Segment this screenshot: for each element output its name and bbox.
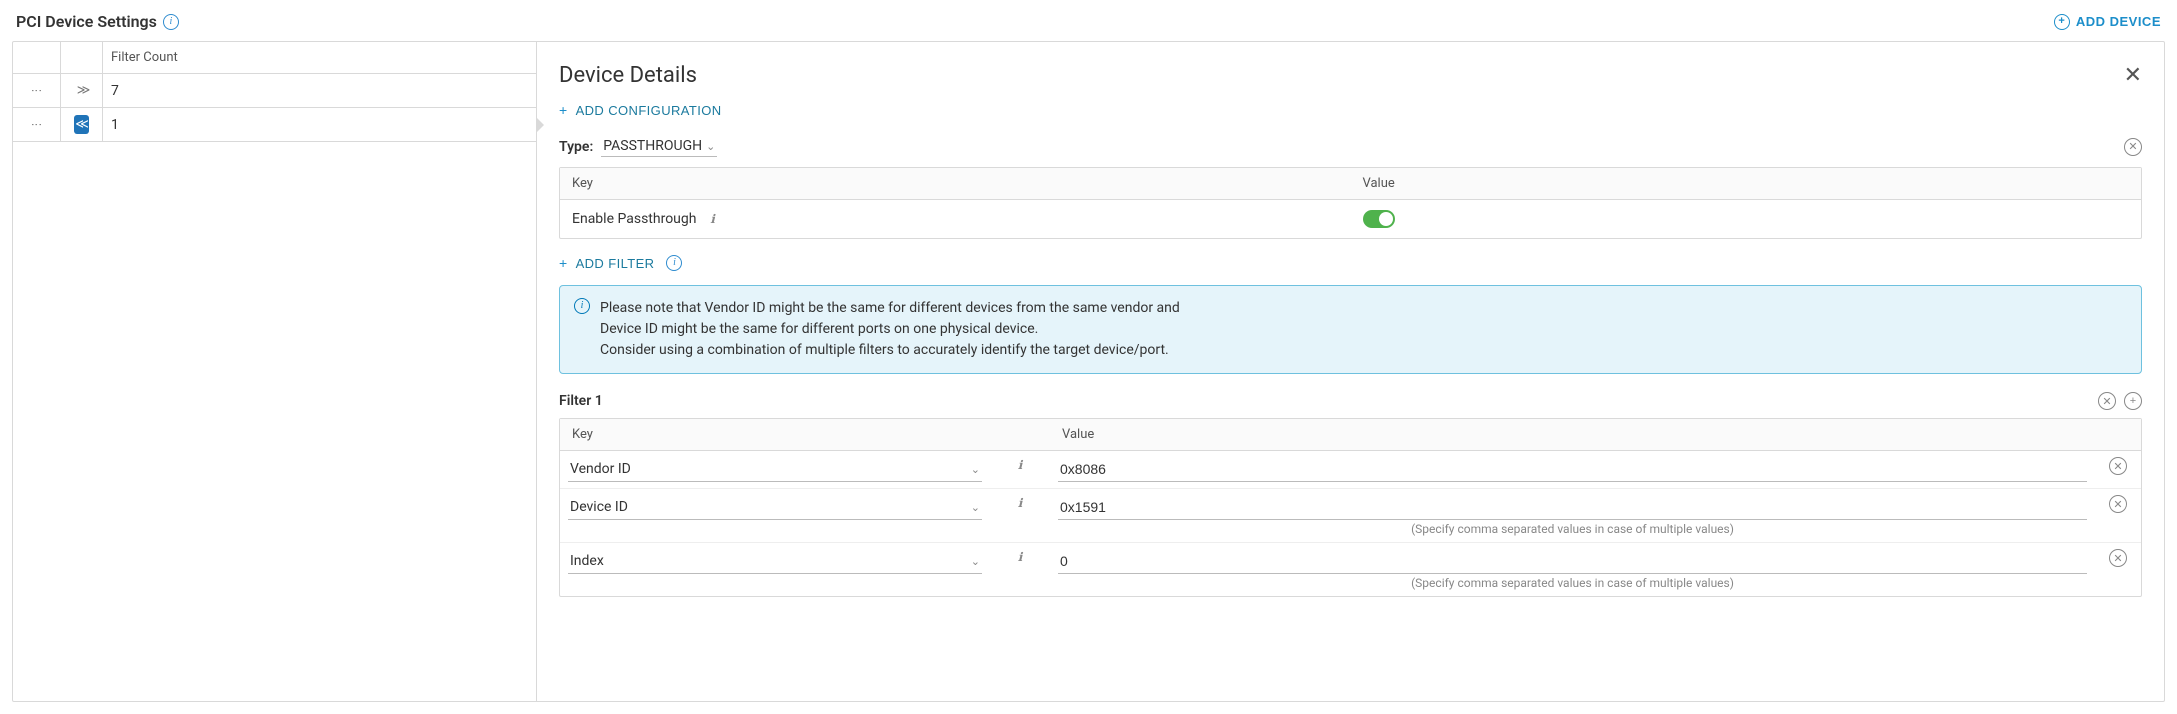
info-icon[interactable]: ℹ: [704, 211, 720, 227]
filter-key-select[interactable]: Vendor ID ⌄: [568, 457, 982, 482]
type-value: PASSTHROUGH: [603, 138, 702, 154]
device-row[interactable]: ⋮ ≪ 1: [13, 108, 536, 142]
remove-filter-button[interactable]: ✕: [2098, 392, 2116, 410]
filter-value-input[interactable]: [1058, 495, 2087, 520]
filter-key-select[interactable]: Index ⌄: [568, 549, 982, 574]
filter-key-value: Device ID: [570, 499, 628, 515]
filter-count-cell: 7: [103, 74, 536, 107]
filter-row: Device ID ⌄ ℹ (Specify comma separated v…: [560, 489, 2141, 543]
add-device-button[interactable]: + ADD DEVICE: [2054, 14, 2161, 30]
details-title: Device Details: [559, 63, 697, 88]
chevron-down-icon: ⌄: [971, 463, 980, 476]
configuration-table: Key Value Enable Passthrough ℹ: [559, 167, 2142, 239]
filter-info-note: i Please note that Vendor ID might be th…: [559, 285, 2142, 374]
filter-count-cell: 1: [103, 108, 536, 141]
note-line: Consider using a combination of multiple…: [600, 340, 1180, 361]
filter-value-input[interactable]: [1058, 549, 2087, 574]
filter-value-header: Value: [1050, 419, 2095, 450]
info-icon[interactable]: i: [666, 255, 682, 271]
info-icon[interactable]: ℹ: [1012, 549, 1028, 565]
enable-passthrough-label: Enable Passthrough: [572, 211, 696, 227]
add-configuration-label: ADD CONFIGURATION: [576, 103, 722, 118]
remove-filter-row-button[interactable]: ✕: [2109, 457, 2127, 475]
kv-key-header: Key: [560, 168, 1351, 200]
filter-key-value: Index: [570, 553, 604, 569]
row-menu-icon[interactable]: ⋮: [30, 119, 43, 131]
enable-passthrough-toggle[interactable]: [1363, 210, 1395, 228]
expand-icon[interactable]: ≫: [77, 83, 87, 98]
info-icon[interactable]: ℹ: [1012, 457, 1028, 473]
filter-key-value: Vendor ID: [570, 461, 631, 477]
note-line: Please note that Vendor ID might be the …: [600, 298, 1180, 319]
add-configuration-button[interactable]: + ADD CONFIGURATION: [559, 102, 722, 118]
add-filter-button[interactable]: + ADD FILTER: [559, 255, 654, 271]
close-icon[interactable]: ✕: [2124, 62, 2142, 88]
row-menu-icon[interactable]: ⋮: [30, 85, 43, 97]
chevron-down-icon: ⌄: [971, 555, 980, 568]
filter-table: Key Value Vendor ID ⌄ ℹ: [559, 418, 2142, 597]
device-row[interactable]: ⋮ ≫ 7: [13, 74, 536, 108]
type-select[interactable]: PASSTHROUGH ⌄: [601, 136, 717, 157]
add-device-label: ADD DEVICE: [2076, 14, 2161, 29]
filter-key-select[interactable]: Device ID ⌄: [568, 495, 982, 520]
collapse-icon[interactable]: ≪: [74, 115, 89, 134]
info-icon[interactable]: i: [163, 14, 179, 30]
plus-icon: +: [559, 102, 568, 118]
add-filter-label: ADD FILTER: [576, 256, 655, 271]
filter-value-hint: (Specify comma separated values in case …: [1411, 576, 1734, 590]
type-label: Type:: [559, 139, 593, 155]
note-line: Device ID might be the same for differen…: [600, 319, 1180, 340]
plus-icon: +: [559, 255, 568, 271]
add-filter-block-button[interactable]: +: [2124, 392, 2142, 410]
device-details-panel: Device Details ✕ + ADD CONFIGURATION Typ…: [537, 42, 2164, 701]
filter-title: Filter 1: [559, 393, 603, 409]
chevron-down-icon: ⌄: [706, 140, 715, 153]
filter-value-hint: (Specify comma separated values in case …: [1411, 522, 1734, 536]
remove-configuration-button[interactable]: ✕: [2124, 138, 2142, 156]
info-icon: i: [574, 298, 590, 314]
device-list-panel: Filter Count ⋮ ≫ 7 ⋮ ≪ 1: [13, 42, 537, 701]
info-icon[interactable]: ℹ: [1012, 495, 1028, 511]
remove-filter-row-button[interactable]: ✕: [2109, 549, 2127, 567]
page-title: PCI Device Settings: [16, 12, 157, 31]
plus-circle-icon: +: [2054, 14, 2070, 30]
kv-value-header: Value: [1351, 168, 2142, 200]
filter-row: Vendor ID ⌄ ℹ ✕: [560, 451, 2141, 489]
filter-row: Index ⌄ ℹ (Specify comma separated value…: [560, 543, 2141, 596]
remove-filter-row-button[interactable]: ✕: [2109, 495, 2127, 513]
filter-value-input[interactable]: [1058, 457, 2087, 482]
filter-key-header: Key: [560, 419, 990, 450]
filter-count-header: Filter Count: [103, 42, 536, 73]
chevron-down-icon: ⌄: [971, 501, 980, 514]
